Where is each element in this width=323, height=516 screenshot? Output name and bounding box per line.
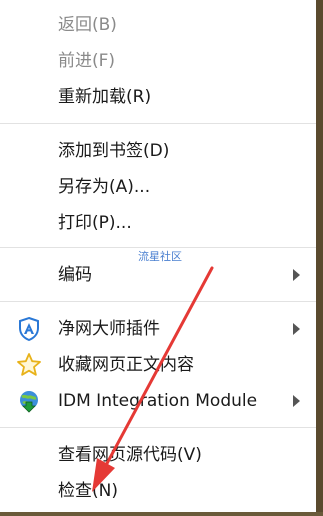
screenshot-frame: 返回(B) 前进(F) 重新加载(R) 添加到书签(D) 另存为(A)... 打… — [0, 0, 323, 516]
menu-item-bookmark[interactable]: 添加到书签(D) — [0, 133, 316, 169]
menu-item-back-label: 返回(B) — [58, 15, 117, 35]
menu-item-save-as-label: 另存为(A)... — [58, 177, 151, 197]
menu-item-print-label: 打印(P)... — [58, 213, 132, 233]
menu-item-idm-label: IDM Integration Module — [58, 391, 258, 411]
menu-item-back[interactable]: 返回(B) — [0, 7, 316, 43]
window-edge-right — [316, 0, 323, 516]
menu-item-forward-label: 前进(F) — [58, 51, 116, 71]
watermark-text: 流星社区 — [138, 250, 182, 263]
chevron-right-icon — [293, 269, 300, 281]
menu-item-print[interactable]: 打印(P)... — [0, 205, 316, 241]
star-icon — [17, 353, 41, 376]
menu-separator — [0, 123, 316, 124]
window-edge-bottom — [0, 512, 323, 516]
menu-item-idm[interactable]: IDM Integration Module — [0, 383, 316, 419]
shield-a-icon — [19, 316, 39, 342]
menu-item-encoding-label: 编码 — [58, 265, 92, 285]
chevron-right-icon — [293, 323, 300, 335]
menu-item-inspect-label: 检查(N) — [58, 481, 118, 501]
menu-item-reload[interactable]: 重新加载(R) — [0, 79, 316, 115]
menu-item-jingwang-label: 净网大师插件 — [58, 319, 160, 339]
menu-item-reload-label: 重新加载(R) — [58, 87, 152, 107]
menu-separator — [0, 301, 316, 302]
menu-item-forward[interactable]: 前进(F) — [0, 43, 316, 79]
menu-item-bookmark-label: 添加到书签(D) — [58, 141, 170, 161]
menu-item-save-as[interactable]: 另存为(A)... — [0, 169, 316, 205]
menu-item-collect-label: 收藏网页正文内容 — [58, 355, 194, 375]
menu-separator — [0, 427, 316, 428]
menu-item-view-source-label: 查看网页源代码(V) — [58, 445, 202, 465]
idm-globe-arrow-icon — [20, 391, 38, 413]
menu-item-inspect[interactable]: 检查(N) — [0, 473, 316, 509]
menu-item-view-source[interactable]: 查看网页源代码(V) — [0, 437, 316, 473]
chevron-right-icon — [293, 395, 300, 407]
menu-item-collect[interactable]: 收藏网页正文内容 — [0, 347, 316, 383]
context-menu: 返回(B) 前进(F) 重新加载(R) 添加到书签(D) 另存为(A)... 打… — [0, 0, 316, 512]
menu-item-jingwang[interactable]: 净网大师插件 — [0, 311, 316, 347]
